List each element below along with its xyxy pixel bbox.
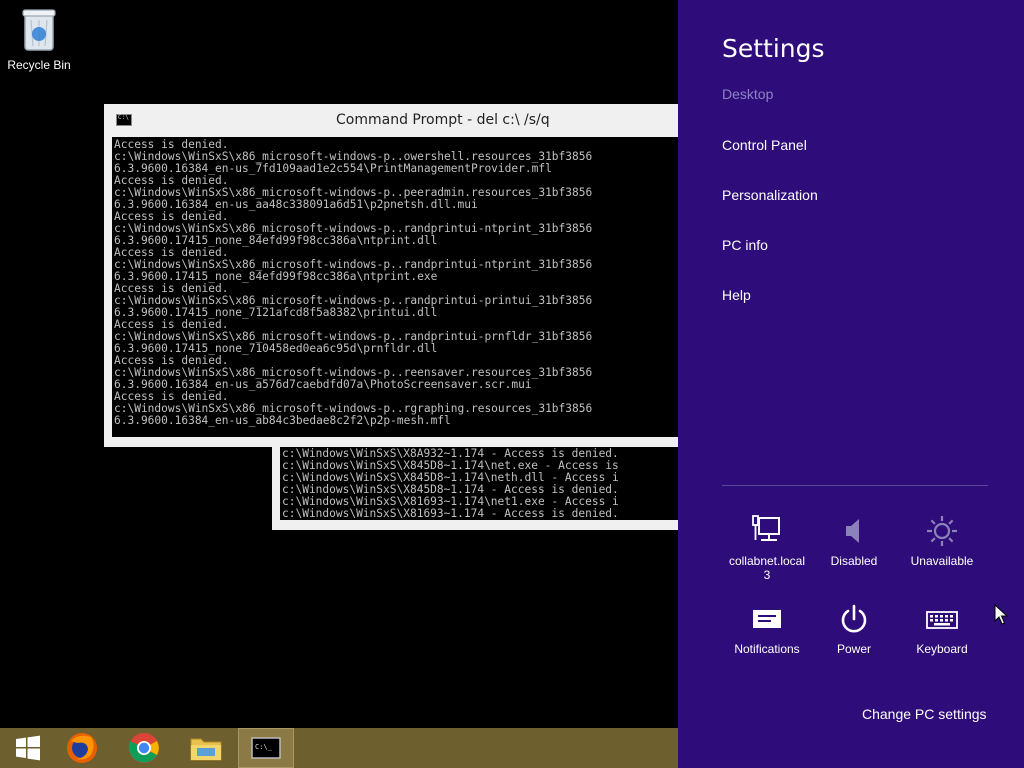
notifications-icon [753,610,781,628]
recycle-bin-icon [22,9,56,51]
settings-link-help[interactable]: Help [722,287,751,303]
firefox-icon [67,733,97,763]
keyboard-icon [926,611,958,629]
power-tile[interactable]: Power [810,604,898,656]
window-title: Command Prompt - del c:\ /s/q [336,112,550,128]
notifications-tile[interactable]: Notifications [723,606,811,656]
console-line: 6.3.9600.16384_en-us_ab84c3bedae8c2f2\p2… [114,414,451,427]
brightness-icon [927,516,957,546]
taskbar-command-prompt[interactable]: C:\_ [238,728,294,768]
brightness-tile[interactable]: Unavailable [898,514,986,568]
command-prompt-window[interactable]: Command Prompt - del c:\ /s/q Access is … [104,104,704,447]
command-prompt-icon: C:\_ [251,737,281,759]
settings-link-personalization[interactable]: Personalization [722,187,818,203]
power-tile-label: Power [836,642,871,656]
taskbar-firefox[interactable] [54,728,110,768]
window-titlebar[interactable]: Command Prompt - del c:\ /s/q [104,104,704,136]
volume-tile[interactable]: Disabled [810,514,898,568]
taskbar-file-explorer[interactable] [178,728,234,768]
volume-tile-label: Disabled [830,554,878,568]
brightness-tile-label: Unavailable [910,554,974,568]
settings-link-pc-info[interactable]: PC info [722,237,768,253]
console-output-background: c:\Windows\WinSxS\X8A932~1.174 - Access … [280,446,704,520]
console-output: Access is denied. c:\Windows\WinSxS\x86_m… [112,137,704,437]
svg-text:C:\_: C:\_ [255,743,273,751]
notifications-tile-label: Notifications [734,642,800,656]
start-button[interactable] [0,728,56,768]
network-tile[interactable]: collabnet.local 3 [723,514,811,582]
network-tile-sublabel: 3 [763,568,771,582]
console-window-icon [116,114,132,126]
console-line: c:\Windows\WinSxS\X81693~1.174 - Access … [282,507,619,520]
keyboard-tile-label: Keyboard [916,642,968,656]
settings-title: Settings [722,34,825,63]
network-icon [752,515,780,541]
keyboard-tile[interactable]: Keyboard [898,606,986,656]
windows-logo-icon [16,735,40,761]
mouse-cursor-icon [994,604,1008,625]
taskbar-chrome[interactable] [116,728,172,768]
power-icon [841,604,867,633]
taskbar: C:\_ [0,728,678,768]
folder-icon [190,738,222,761]
command-prompt-window-background[interactable]: c:\Windows\WinSxS\X8A932~1.174 - Access … [272,440,704,530]
settings-charm-pane: Settings Desktop Control Panel Personali… [678,0,1024,768]
settings-link-control-panel[interactable]: Control Panel [722,137,807,153]
network-tile-label: collabnet.local [728,554,806,568]
speaker-icon [846,519,859,543]
recycle-bin-label: Recycle Bin [7,58,71,72]
recycle-bin-shortcut[interactable]: Recycle Bin [4,6,74,72]
settings-context-label: Desktop [722,86,774,102]
chrome-icon [128,733,159,763]
change-pc-settings-link[interactable]: Change PC settings [862,706,987,722]
settings-divider [722,485,988,486]
